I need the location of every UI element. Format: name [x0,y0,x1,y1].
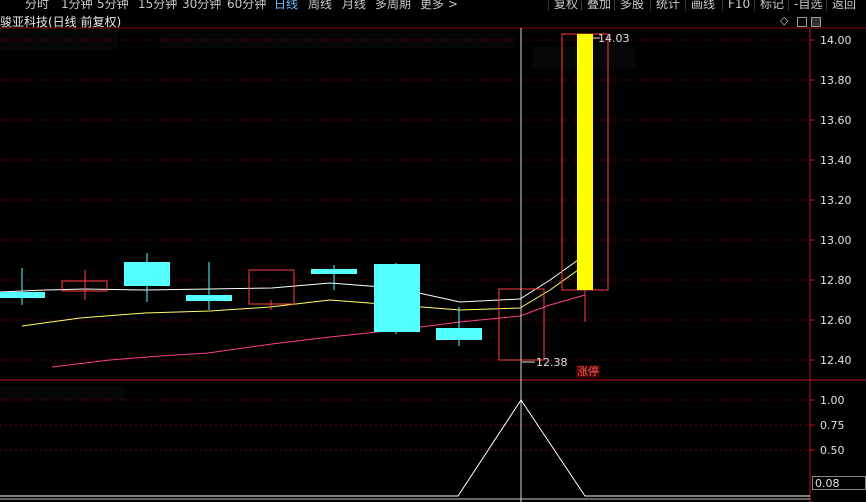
candle-down [436,328,482,340]
candle-limit-up-fill [577,34,593,290]
price-tick: 13.00 [820,234,852,247]
ma-pink-line [51,294,586,368]
price-tick: 12.60 [820,314,852,327]
kline-chart[interactable]: 14.00 13.80 13.60 13.40 13.20 13.00 12.8… [0,0,866,502]
candle-down [0,292,45,298]
price-tick: 12.40 [820,354,852,367]
price-tick: 12.80 [820,274,852,287]
low-marker: 12.38 [536,356,568,369]
price-tick: 13.60 [820,114,852,127]
price-tick: 13.40 [820,154,852,167]
indicator-tick: 1.00 [820,394,845,407]
candle-down [186,295,232,301]
candles [0,33,609,361]
indicator-grid [0,399,810,451]
price-axis-ticks [810,39,815,451]
indicator-tick: 0.75 [820,419,845,432]
ma-yellow-line [21,269,579,327]
indicator-line [0,399,810,497]
limit-up-tag: 涨停 [576,365,600,378]
candle-down [124,262,170,286]
indicator-value: 0.08 [812,476,866,490]
indicator-tick: 0.50 [820,444,845,457]
candle-down [311,269,357,274]
candle-down [374,264,420,332]
high-marker: 14.03 [598,32,630,45]
price-tick: 14.00 [820,34,852,47]
price-tick: 13.20 [820,194,852,207]
price-tick: 13.80 [820,74,852,87]
